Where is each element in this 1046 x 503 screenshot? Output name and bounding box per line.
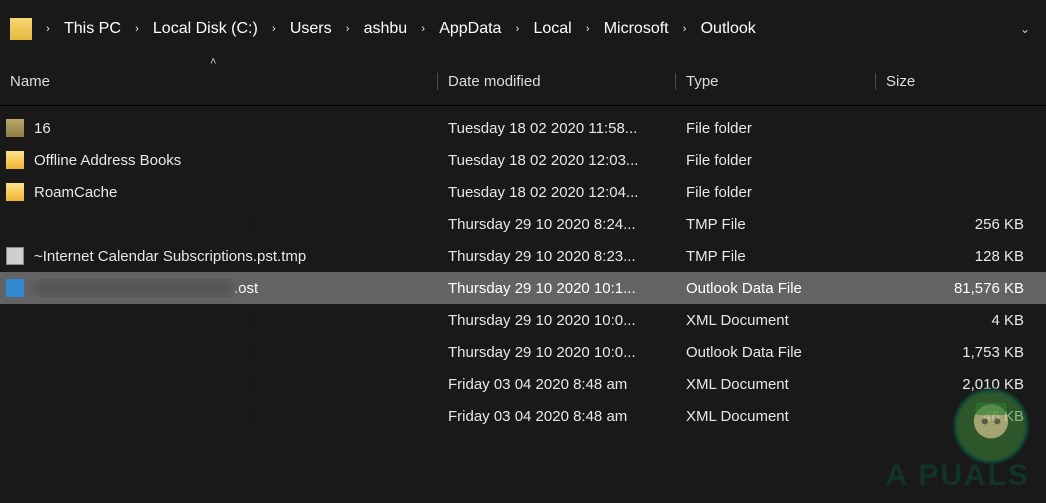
file-date: Thursday 29 10 2020 10:1... [438, 280, 676, 297]
table-row-selected[interactable]: .ost Thursday 29 10 2020 10:1... Outlook… [0, 272, 1046, 304]
redacted-file-name [6, 344, 246, 360]
file-name: ~Internet Calendar Subscriptions.pst.tmp [34, 248, 306, 265]
breadcrumb-segment[interactable]: This PC [58, 16, 127, 42]
file-type: XML Document [676, 312, 876, 329]
chevron-down-icon[interactable]: ⌄ [1020, 22, 1036, 36]
file-size: 256 KB [876, 216, 1046, 233]
file-name: 16 [34, 120, 51, 137]
file-date: Thursday 29 10 2020 8:24... [438, 216, 676, 233]
file-date: Tuesday 18 02 2020 12:03... [438, 152, 676, 169]
file-date: Thursday 29 10 2020 10:0... [438, 344, 676, 361]
file-type: Outlook Data File [676, 344, 876, 361]
chevron-right-icon[interactable]: › [38, 23, 58, 35]
chevron-right-icon[interactable]: › [507, 23, 527, 35]
breadcrumb-segment[interactable]: Microsoft [598, 16, 675, 42]
file-size: 46 KB [876, 408, 1046, 425]
file-size: 128 KB [876, 248, 1046, 265]
chevron-right-icon[interactable]: › [264, 23, 284, 35]
chevron-right-icon[interactable]: › [338, 23, 358, 35]
file-date: Friday 03 04 2020 8:48 am [438, 376, 676, 393]
file-name: RoamCache [34, 184, 117, 201]
chevron-right-icon[interactable]: › [127, 23, 147, 35]
file-date: Tuesday 18 02 2020 11:58... [438, 120, 676, 137]
file-date: Tuesday 18 02 2020 12:04... [438, 184, 676, 201]
breadcrumb-segment[interactable]: Users [284, 16, 338, 42]
file-date: Thursday 29 10 2020 8:23... [438, 248, 676, 265]
file-size: 4 KB [876, 312, 1046, 329]
redacted-file-name [6, 312, 246, 328]
file-size: 1,753 KB [876, 344, 1046, 361]
watermark-text: A PUALS [840, 459, 1030, 493]
folder-icon [6, 119, 24, 137]
table-row[interactable]: RoamCache Tuesday 18 02 2020 12:04... Fi… [0, 176, 1046, 208]
table-row[interactable]: Thursday 29 10 2020 10:0... Outlook Data… [0, 336, 1046, 368]
file-name: Offline Address Books [34, 152, 181, 169]
file-list: 16 Tuesday 18 02 2020 11:58... File fold… [0, 106, 1046, 432]
chevron-right-icon[interactable]: › [675, 23, 695, 35]
file-type: TMP File [676, 248, 876, 265]
table-row[interactable]: Friday 03 04 2020 8:48 am XML Document 4… [0, 400, 1046, 432]
folder-icon [6, 183, 24, 201]
table-row[interactable]: Thursday 29 10 2020 8:24... TMP File 256… [0, 208, 1046, 240]
file-type: XML Document [676, 376, 876, 393]
column-header-date[interactable]: Date modified [438, 73, 676, 90]
column-header-size[interactable]: Size [876, 73, 1046, 90]
file-size: 2,010 KB [876, 376, 1046, 393]
file-name: .ost [234, 280, 258, 297]
file-icon [6, 247, 24, 265]
file-type: TMP File [676, 216, 876, 233]
table-row[interactable]: Thursday 29 10 2020 10:0... XML Document… [0, 304, 1046, 336]
column-header-type[interactable]: Type [676, 73, 876, 90]
folder-icon [10, 18, 32, 40]
file-type: Outlook Data File [676, 280, 876, 297]
table-row[interactable]: Offline Address Books Tuesday 18 02 2020… [0, 144, 1046, 176]
redacted-file-name [6, 376, 246, 392]
file-size: 81,576 KB [876, 280, 1046, 297]
table-row[interactable]: ~Internet Calendar Subscriptions.pst.tmp… [0, 240, 1046, 272]
column-headers: ˄ Name Date modified Type Size [0, 58, 1046, 106]
redacted-file-name [6, 216, 246, 232]
breadcrumb-segment[interactable]: Local [527, 16, 577, 42]
breadcrumb-segment[interactable]: ashbu [358, 16, 414, 42]
chevron-right-icon[interactable]: › [413, 23, 433, 35]
file-type: XML Document [676, 408, 876, 425]
redacted-file-name [34, 279, 234, 297]
folder-icon [6, 151, 24, 169]
sort-indicator-icon: ˄ [210, 56, 216, 68]
table-row[interactable]: 16 Tuesday 18 02 2020 11:58... File fold… [0, 112, 1046, 144]
file-date: Thursday 29 10 2020 10:0... [438, 312, 676, 329]
file-type: File folder [676, 120, 876, 137]
outlook-data-file-icon [6, 279, 24, 297]
file-type: File folder [676, 152, 876, 169]
breadcrumb-segment[interactable]: Local Disk (C:) [147, 16, 264, 42]
breadcrumb-segment[interactable]: Outlook [695, 16, 762, 42]
breadcrumb-segment[interactable]: AppData [433, 16, 507, 42]
column-header-name[interactable]: Name [0, 73, 438, 90]
file-type: File folder [676, 184, 876, 201]
address-bar[interactable]: › This PC › Local Disk (C:) › Users › as… [0, 0, 1046, 58]
file-date: Friday 03 04 2020 8:48 am [438, 408, 676, 425]
table-row[interactable]: Friday 03 04 2020 8:48 am XML Document 2… [0, 368, 1046, 400]
chevron-right-icon[interactable]: › [578, 23, 598, 35]
redacted-file-name [6, 408, 246, 424]
